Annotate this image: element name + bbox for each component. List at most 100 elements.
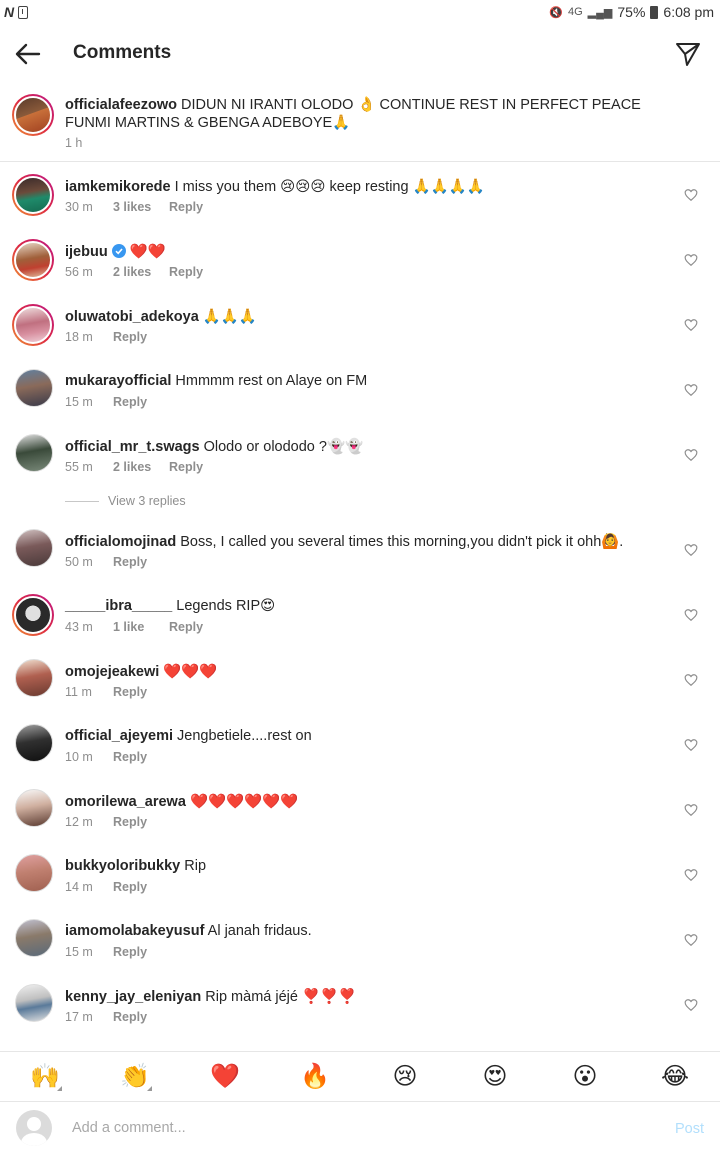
like-comment-button[interactable] [684, 738, 698, 752]
reply-button[interactable]: Reply [113, 330, 147, 344]
comment-username[interactable]: officialomojinad [65, 534, 176, 550]
comment-likes[interactable]: 3 likes [113, 200, 169, 214]
like-comment-button[interactable] [684, 933, 698, 947]
reply-button[interactable]: Reply [113, 750, 147, 764]
comment-text: ❤️❤️❤️ [163, 664, 218, 680]
comment-time: 10 m [65, 750, 93, 764]
notification-icon [18, 5, 29, 19]
reply-button[interactable]: Reply [113, 395, 147, 409]
heart-outline-icon [684, 674, 698, 687]
clock: 6:08 pm [663, 4, 714, 20]
avatar[interactable] [12, 94, 54, 136]
caption-username[interactable]: officialafeezowo [65, 97, 177, 113]
avatar[interactable] [15, 984, 53, 1022]
avatar[interactable] [15, 919, 53, 957]
comment-username[interactable]: _____ibra_____ [65, 598, 172, 614]
view-replies-label: View 3 replies [108, 494, 186, 508]
comment-username[interactable]: oluwatobi_adekoya [65, 309, 199, 325]
back-button[interactable] [12, 38, 44, 70]
share-button[interactable] [674, 40, 702, 68]
comment-text: Al janah fridaus. [207, 923, 312, 939]
avatar[interactable] [12, 239, 54, 281]
comment-likes[interactable]: 2 likes [113, 460, 169, 474]
view-replies-button[interactable]: View 3 replies [0, 493, 720, 523]
emoji-raising-hands-button[interactable]: 🙌 [0, 1052, 90, 1101]
like-comment-button[interactable] [684, 673, 698, 687]
emoji-red-heart-button[interactable]: ❤️ [180, 1052, 270, 1101]
comment-input[interactable] [72, 1116, 632, 1140]
emoji-fire-button[interactable]: 🔥 [270, 1052, 360, 1101]
comment-row: oluwatobi_adekoya 🙏🙏🙏 18 m Reply [0, 298, 720, 363]
avatar[interactable] [12, 594, 54, 636]
comment-time: 15 m [65, 945, 93, 959]
page-title: Comments [73, 42, 172, 63]
like-comment-button[interactable] [684, 868, 698, 882]
like-comment-button[interactable] [684, 448, 698, 462]
comment-time: 12 m [65, 815, 93, 829]
avatar[interactable] [12, 174, 54, 216]
emoji-clapping-hands-button[interactable]: 👏 [90, 1052, 180, 1101]
avatar[interactable] [15, 854, 53, 892]
avatar[interactable] [15, 724, 53, 762]
comment-text: Rip [184, 858, 207, 874]
reply-button[interactable]: Reply [113, 815, 147, 829]
like-comment-button[interactable] [684, 253, 698, 267]
reply-button[interactable]: Reply [169, 620, 203, 634]
emoji-heart-eyes-button[interactable]: 😍 [450, 1052, 540, 1101]
comment-time: 11 m [65, 685, 92, 699]
comment-text: Boss, I called you several times this mo… [180, 534, 624, 550]
comment-username[interactable]: omojejeakewi [65, 664, 159, 680]
reply-button[interactable]: Reply [113, 945, 147, 959]
comment-row: kenny_jay_eleniyan Rip màmá jéjé ❣️❣️❣️ 1… [0, 978, 720, 1043]
heart-outline-icon [684, 999, 698, 1012]
comment-username[interactable]: ijebuu [65, 244, 108, 260]
like-comment-button[interactable] [684, 383, 698, 397]
comment-likes[interactable]: 2 likes [113, 265, 169, 279]
like-comment-button[interactable] [684, 998, 698, 1012]
comment-row: omojejeakewi ❤️❤️❤️ 11 m Reply [0, 653, 720, 718]
reply-button[interactable]: Reply [169, 200, 203, 214]
emoji-crying-face-button[interactable]: 😢 [360, 1052, 450, 1101]
comment-username[interactable]: kenny_jay_eleniyan [65, 989, 201, 1005]
avatar[interactable] [15, 789, 53, 827]
heart-outline-icon [684, 869, 698, 882]
comment-row: bukkyoloribukky Rip 14 m Reply [0, 848, 720, 913]
emoji-surprised-face-button[interactable]: 😮 [540, 1052, 630, 1101]
comment-time: 14 m [65, 880, 93, 894]
comment-username[interactable]: iamkemikorede [65, 179, 171, 195]
comment-row: ijebuu ❤️❤️ 56 m 2 likes Reply [0, 233, 720, 298]
reply-button[interactable]: Reply [113, 880, 147, 894]
reply-button[interactable]: Reply [113, 685, 147, 699]
like-comment-button[interactable] [684, 188, 698, 202]
comment-row: _____ibra_____ Legends RIP😍 43 m 1 like Rep… [0, 588, 720, 653]
comment-text: ❤️❤️ [129, 244, 166, 260]
comment-username[interactable]: omorilewa_arewa [65, 794, 186, 810]
comment-username[interactable]: bukkyoloribukky [65, 858, 180, 874]
back-arrow-icon [15, 43, 41, 65]
network-label: 4G [567, 6, 583, 18]
reply-button[interactable]: Reply [169, 265, 203, 279]
heart-outline-icon [684, 934, 698, 947]
comment-username[interactable]: mukarayofficial [65, 373, 171, 389]
post-button[interactable]: Post [675, 1121, 704, 1137]
comment-username[interactable]: official_ajeyemi [65, 728, 173, 744]
battery-icon [650, 5, 659, 19]
avatar[interactable] [15, 659, 53, 697]
like-comment-button[interactable] [684, 608, 698, 622]
like-comment-button[interactable] [684, 318, 698, 332]
verified-badge-icon [111, 244, 126, 258]
reply-button[interactable]: Reply [113, 555, 147, 569]
reply-button[interactable]: Reply [169, 460, 203, 474]
emoji-laughing-face-button[interactable]: 😂 [630, 1052, 720, 1101]
avatar[interactable] [12, 304, 54, 346]
like-comment-button[interactable] [684, 803, 698, 817]
comment-username[interactable]: iamomolabakeyusuf [65, 923, 204, 939]
comment-likes[interactable]: 1 like [113, 620, 169, 634]
signal-icon: ▂▄▆ [587, 6, 613, 19]
reply-button[interactable]: Reply [113, 1010, 147, 1024]
avatar[interactable] [15, 434, 53, 472]
like-comment-button[interactable] [684, 543, 698, 557]
avatar[interactable] [15, 529, 53, 567]
comment-username[interactable]: official_mr_t.swags [65, 439, 200, 455]
avatar[interactable] [15, 369, 53, 407]
